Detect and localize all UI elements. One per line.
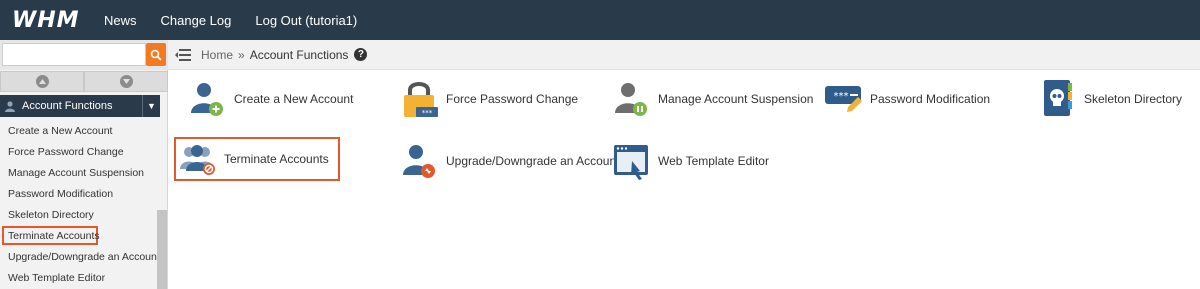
sidebar-scrollbar[interactable] (157, 210, 167, 289)
tile-web-template-editor[interactable]: Web Template Editor (612, 139, 769, 183)
logout-link[interactable]: Log Out (tutoria1) (255, 13, 357, 28)
tile-label: Manage Account Suspension (658, 92, 814, 106)
news-link[interactable]: News (104, 13, 137, 28)
tile-label: Create a New Account (234, 92, 354, 106)
sidebar-item-skeleton-directory[interactable]: Skeleton Directory (0, 204, 156, 225)
tile-force-password-change[interactable]: *** Force Password Change (400, 77, 578, 121)
search-input[interactable] (2, 43, 146, 66)
tile-label: Force Password Change (446, 92, 579, 106)
breadcrumb: Home » Account Functions ? (168, 40, 1200, 70)
user-icon (5, 101, 15, 112)
whm-logo[interactable]: WHM (0, 0, 90, 40)
main-content: Create a New Account *** Force Password … (168, 71, 1200, 289)
sidebar-menu: Create a New Account Force Password Chan… (0, 120, 160, 288)
browser-edit-icon (614, 145, 648, 180)
user-upgrade-icon (403, 145, 435, 178)
chevron-down-icon (119, 75, 133, 88)
top-nav: News Change Log Log Out (tutoria1) (90, 0, 381, 40)
logo-text: WHM (12, 7, 80, 33)
tile-label: Terminate Accounts (224, 152, 329, 166)
search-icon (150, 49, 162, 61)
tile-skeleton-directory[interactable]: Skeleton Directory (1038, 77, 1182, 121)
tile-label: Web Template Editor (658, 154, 769, 168)
sidebar-item-terminate-accounts[interactable]: Terminate Accounts (2, 226, 100, 245)
svg-text:***: *** (422, 109, 433, 117)
sidebar-item-upgrade-downgrade[interactable]: Upgrade/Downgrade an Account (0, 246, 160, 267)
padlock-icon: *** (404, 82, 438, 117)
sidebar-item-password-modification[interactable]: Password Modification (0, 183, 156, 204)
sidebar: Account Functions ▼ Create a New Account… (0, 40, 168, 289)
breadcrumb-separator: » (238, 47, 245, 62)
tile-label: Password Modification (870, 92, 991, 106)
help-icon[interactable]: ? (354, 48, 368, 61)
breadcrumb-home[interactable]: Home (201, 48, 233, 62)
user-add-icon (191, 83, 223, 116)
section-title: Account Functions (22, 100, 113, 112)
collapse-all-button[interactable] (0, 71, 84, 92)
password-edit-icon: *** (825, 86, 862, 112)
sidebar-item-create-account[interactable]: Create a New Account (0, 120, 156, 141)
top-bar: WHM News Change Log Log Out (tutoria1) (0, 0, 1200, 40)
tile-label: Upgrade/Downgrade an Account (446, 154, 620, 168)
user-suspend-icon (615, 83, 647, 116)
change-log-link[interactable]: Change Log (161, 13, 232, 28)
sidebar-item-web-template-editor[interactable]: Web Template Editor (0, 267, 156, 288)
users-terminate-icon (180, 145, 215, 175)
menu-toggle-button[interactable] (168, 40, 198, 70)
tile-password-modification[interactable]: *** Password Modification (824, 77, 990, 121)
section-header-account-functions[interactable]: Account Functions ▼ (0, 95, 160, 117)
tile-label: Skeleton Directory (1084, 92, 1183, 106)
skull-book-icon (1044, 80, 1072, 116)
search-button[interactable] (146, 43, 166, 66)
sidebar-search-row (0, 40, 168, 70)
breadcrumb-current: Account Functions (249, 47, 349, 62)
tile-terminate-accounts[interactable]: Terminate Accounts (174, 137, 340, 181)
svg-text:***: *** (834, 91, 849, 102)
sidebar-item-manage-suspension[interactable]: Manage Account Suspension (0, 162, 156, 183)
expand-all-button[interactable] (84, 71, 168, 92)
sidebar-item-force-password-change[interactable]: Force Password Change (0, 141, 156, 162)
section-dropdown-icon[interactable]: ▼ (142, 95, 160, 117)
tile-manage-suspension[interactable]: Manage Account Suspension (612, 77, 813, 121)
menu-collapse-icon (175, 48, 191, 61)
tile-create-account[interactable]: Create a New Account (188, 77, 353, 121)
chevron-up-icon (35, 75, 49, 88)
collapse-controls (0, 71, 168, 92)
tile-upgrade-downgrade[interactable]: Upgrade/Downgrade an Account (400, 139, 619, 183)
